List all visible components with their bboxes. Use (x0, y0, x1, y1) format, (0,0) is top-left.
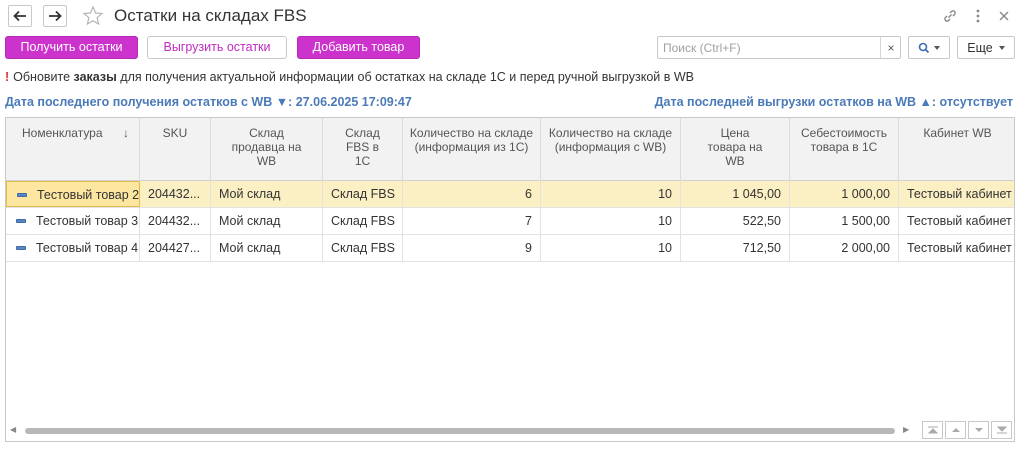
cell-cabinet[interactable]: Тестовый кабинет (899, 208, 1014, 234)
cell-cost-1c[interactable]: 2 000,00 (790, 235, 899, 261)
cell-text: Тестовый товар 4 (36, 241, 139, 255)
column-header-seller-warehouse[interactable]: Склад продавца на WB (211, 118, 323, 181)
column-header-price-wb[interactable]: Цена товара на WB (681, 118, 790, 181)
chevron-down-icon (998, 45, 1005, 50)
back-button[interactable] (8, 5, 32, 27)
cell-nomenclature[interactable]: Тестовый товар 4 (6, 235, 140, 261)
forward-button[interactable] (43, 5, 67, 27)
cell-qty-1c[interactable]: 9 (403, 235, 541, 261)
column-header-qty-wb[interactable]: Количество на складе (информация с WB) (541, 118, 681, 181)
cell-seller-warehouse[interactable]: Мой склад (211, 181, 323, 207)
double-chevron-up-icon (927, 426, 938, 434)
close-icon[interactable] (996, 8, 1012, 24)
get-stock-button[interactable]: Получить остатки (5, 36, 138, 59)
cell-fbs-warehouse[interactable]: Склад FBS (323, 181, 403, 207)
table-header: Номенклатура ↓ SKU Склад продавца на WB … (6, 118, 1014, 181)
more-menu-label: Еще (967, 40, 993, 55)
horizontal-scrollbar[interactable] (25, 428, 895, 434)
arrow-right-icon (49, 10, 62, 22)
sort-arrow-icon: ↓ (123, 126, 129, 140)
cell-nomenclature[interactable]: Тестовый товар 2 (6, 181, 140, 207)
last-receive-date[interactable]: Дата последнего получения остатков с WB … (5, 95, 412, 109)
last-upload-date[interactable]: Дата последней выгрузки остатков на WB ▲… (655, 95, 1013, 109)
cell-text: Тестовый товар 2 (37, 188, 140, 202)
search-button[interactable] (908, 36, 950, 59)
more-menu-button[interactable]: Еще (957, 36, 1015, 59)
chevron-down-icon (974, 428, 983, 432)
notice-text-after: для получения актуальной информации об о… (116, 70, 694, 84)
orders-link[interactable]: заказы (74, 70, 117, 84)
cell-seller-warehouse[interactable]: Мой склад (211, 208, 323, 234)
double-chevron-down-icon (996, 426, 1007, 434)
add-product-button[interactable]: Добавить товар (297, 36, 420, 59)
stock-table: Номенклатура ↓ SKU Склад продавца на WB … (5, 117, 1015, 442)
scroll-to-top-button[interactable] (922, 421, 943, 439)
notice-text-before: Обновите (13, 70, 74, 84)
cell-price-wb[interactable]: 712,50 (681, 235, 790, 261)
item-icon (16, 219, 26, 223)
search-clear-button[interactable]: × (880, 37, 901, 58)
arrow-left-icon (13, 10, 26, 22)
chevron-down-icon (934, 45, 940, 50)
table-row[interactable]: Тестовый товар 4 204427... Мой склад Скл… (6, 235, 1014, 262)
page-down-button[interactable] (968, 421, 989, 439)
link-icon[interactable] (942, 8, 958, 24)
cell-qty-wb[interactable]: 10 (541, 208, 681, 234)
cell-qty-1c[interactable]: 7 (403, 208, 541, 234)
column-header-sku[interactable]: SKU (140, 118, 211, 181)
title-bar: Остатки на складах FBS (0, 0, 1024, 32)
column-header-cost-1c[interactable]: Себестоимость товара в 1С (790, 118, 899, 181)
warning-icon: ! (5, 70, 10, 84)
item-icon (17, 193, 27, 197)
search-box: × (657, 36, 901, 59)
chevron-up-icon (951, 428, 960, 432)
column-header-fbs-warehouse[interactable]: Склад FBS в 1С (323, 118, 403, 181)
more-vertical-icon[interactable] (970, 8, 986, 24)
cell-text: Тестовый товар 3 (36, 214, 139, 228)
search-icon (918, 42, 930, 53)
star-icon[interactable] (82, 5, 104, 27)
column-header-qty-1c[interactable]: Количество на складе (информация из 1С) (403, 118, 541, 181)
cell-fbs-warehouse[interactable]: Склад FBS (323, 235, 403, 261)
column-header-label: Номенклатура (22, 126, 103, 140)
cell-qty-wb[interactable]: 10 (541, 235, 681, 261)
column-header-nomenclature[interactable]: Номенклатура ↓ (6, 118, 140, 181)
search-input[interactable] (658, 37, 880, 58)
cell-cabinet[interactable]: Тестовый кабинет (899, 235, 1014, 261)
column-header-cabinet[interactable]: Кабинет WB (899, 118, 1014, 181)
cell-nomenclature[interactable]: Тестовый товар 3 (6, 208, 140, 234)
cell-seller-warehouse[interactable]: Мой склад (211, 235, 323, 261)
scroll-right-icon[interactable]: ▶ (903, 425, 909, 434)
table-row[interactable]: Тестовый товар 3 204432... Мой склад Скл… (6, 208, 1014, 235)
cell-qty-1c[interactable]: 6 (403, 181, 541, 207)
page-up-button[interactable] (945, 421, 966, 439)
item-icon (16, 246, 26, 250)
cell-sku[interactable]: 204432... (140, 208, 211, 234)
cell-cost-1c[interactable]: 1 500,00 (790, 208, 899, 234)
cell-price-wb[interactable]: 522,50 (681, 208, 790, 234)
scroll-to-bottom-button[interactable] (991, 421, 1012, 439)
table-row[interactable]: Тестовый товар 2 204432... Мой склад Скл… (6, 181, 1014, 208)
cell-sku[interactable]: 204432... (140, 181, 211, 207)
cell-qty-wb[interactable]: 10 (541, 181, 681, 207)
cell-cabinet[interactable]: Тестовый кабинет (899, 181, 1014, 207)
cell-cost-1c[interactable]: 1 000,00 (790, 181, 899, 207)
cell-price-wb[interactable]: 1 045,00 (681, 181, 790, 207)
update-notice: ! Обновите заказы для получения актуально… (5, 70, 694, 84)
cell-sku[interactable]: 204427... (140, 235, 211, 261)
upload-stock-button[interactable]: Выгрузить остатки (147, 36, 287, 59)
scroll-left-icon[interactable]: ◀ (10, 425, 16, 434)
cell-fbs-warehouse[interactable]: Склад FBS (323, 208, 403, 234)
page-title: Остатки на складах FBS (114, 6, 307, 25)
